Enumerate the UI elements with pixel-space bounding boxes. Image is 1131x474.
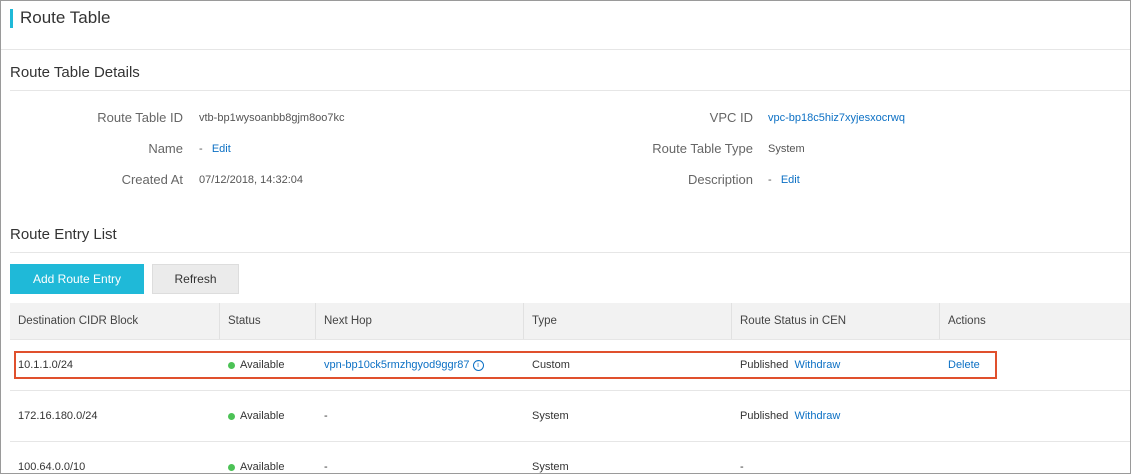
created-at-value: 07/12/2018, 14:32:04	[199, 174, 303, 186]
actions-cell: Delete	[940, 340, 1130, 390]
next-hop-cell: -	[324, 410, 328, 422]
title-accent-bar	[10, 9, 13, 28]
name-label: Name	[148, 141, 183, 156]
name-field: - Edit	[199, 143, 231, 155]
table-row: 100.64.0.0/10 Available - System -	[10, 442, 1130, 473]
next-hop-cell: vpn-bp10ck5rmzhgyod9ggr87 i	[316, 340, 524, 390]
route-table-id-value: vtb-bp1wysoanbb8gjm8oo7kc	[199, 112, 345, 124]
col-status: Status	[220, 303, 316, 339]
status-cell: Available	[220, 442, 316, 473]
cen-status-text: Published	[740, 410, 789, 422]
vpc-id-label: VPC ID	[709, 110, 753, 125]
cen-status-cell: -	[740, 461, 744, 473]
delete-link[interactable]: Delete	[948, 359, 980, 371]
created-at-label: Created At	[121, 172, 183, 187]
route-entry-table: Destination CIDR Block Status Next Hop T…	[10, 303, 1130, 473]
cidr-cell: 172.16.180.0/24	[18, 410, 98, 422]
details-divider	[10, 90, 1130, 91]
description-value: -	[768, 174, 772, 186]
col-destination-cidr: Destination CIDR Block	[10, 303, 220, 339]
cidr-cell: 10.1.1.0/24	[18, 359, 74, 371]
description-label: Description	[687, 172, 753, 187]
type-cell: System	[532, 410, 569, 422]
name-edit-link[interactable]: Edit	[212, 143, 231, 155]
table-header: Destination CIDR Block Status Next Hop T…	[10, 303, 1130, 340]
withdraw-link[interactable]: Withdraw	[794, 359, 840, 371]
status-cell: Available	[220, 340, 316, 390]
add-route-entry-button[interactable]: Add Route Entry	[10, 264, 144, 294]
table-row: 10.1.1.0/24 Available vpn-bp10ck5rmzhgyo…	[10, 340, 1130, 391]
cen-status-cell: Published Withdraw	[732, 391, 940, 441]
col-next-hop: Next Hop	[316, 303, 524, 339]
actions-cell	[940, 391, 1130, 441]
cen-status-cell: Published Withdraw	[732, 340, 940, 390]
cen-status-text: Published	[740, 359, 789, 371]
cidr-cell: 100.64.0.0/10	[18, 461, 86, 473]
withdraw-link[interactable]: Withdraw	[794, 410, 840, 422]
col-actions: Actions	[948, 315, 986, 327]
refresh-button[interactable]: Refresh	[152, 264, 239, 294]
type-cell: System	[532, 461, 569, 473]
actions-cell	[940, 442, 1130, 473]
type-cell: Custom	[532, 359, 570, 371]
name-value: -	[199, 143, 203, 155]
status-cell: Available	[220, 391, 316, 441]
next-hop-cell: -	[324, 461, 328, 473]
description-field: - Edit	[768, 174, 800, 186]
route-table-id-label: Route Table ID	[97, 110, 183, 125]
details-section-title: Route Table Details	[10, 64, 140, 81]
col-route-status-cen: Route Status in CEN	[732, 303, 940, 339]
info-icon[interactable]: i	[472, 359, 484, 371]
available-status-dot	[228, 463, 235, 471]
entries-divider	[10, 252, 1130, 253]
route-table-type-value: System	[768, 143, 805, 155]
page-title: Route Table	[20, 8, 111, 27]
next-hop-link[interactable]: vpn-bp10ck5rmzhgyod9ggr87	[324, 359, 470, 371]
available-status-dot	[228, 361, 235, 369]
route-table-page: Route Table Route Table Details Route Ta…	[0, 0, 1131, 474]
available-status-dot	[228, 412, 235, 420]
vpc-id-link[interactable]: vpc-bp18c5hiz7xyjesxocrwq	[768, 112, 905, 124]
route-table-type-label: Route Table Type	[652, 141, 753, 156]
entries-section-title: Route Entry List	[10, 226, 117, 243]
col-type: Type	[524, 303, 732, 339]
status-text: Available	[240, 410, 285, 422]
status-text: Available	[240, 461, 285, 473]
table-row: 172.16.180.0/24 Available - System Publi…	[10, 391, 1130, 442]
description-edit-link[interactable]: Edit	[781, 174, 800, 186]
status-text: Available	[240, 359, 285, 371]
page-header: Route Table	[1, 1, 1130, 50]
